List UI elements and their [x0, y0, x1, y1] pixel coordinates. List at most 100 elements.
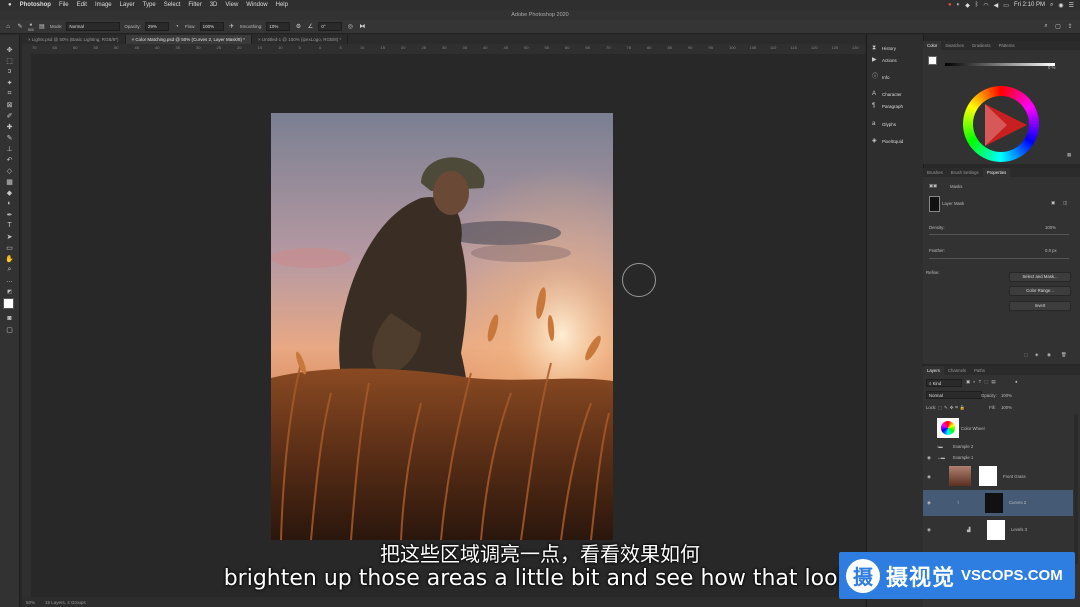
tab-brush-settings[interactable]: Brush Settings [947, 168, 983, 177]
share-icon[interactable]: ⇪ [1066, 23, 1074, 31]
panel-pixelsquid[interactable]: ◈ PixelSquid [872, 138, 903, 144]
search-icon[interactable]: ⌕ [1042, 23, 1050, 31]
siri-icon[interactable]: ◉ [1058, 2, 1063, 9]
more-tools-icon[interactable]: … [5, 276, 15, 285]
feather-slider[interactable] [929, 258, 1069, 259]
visibility-eye-icon[interactable]: ◉ [927, 500, 931, 506]
document-info[interactable]: 15 Layers, 4 Groups [45, 600, 86, 605]
pressure-size-icon[interactable]: ◎ [346, 23, 354, 31]
menu-select[interactable]: Select [164, 2, 181, 8]
density-slider[interactable] [929, 234, 1069, 235]
clock[interactable]: Fri 2:10 PM [1014, 2, 1045, 8]
menu-filter[interactable]: Filter [188, 2, 201, 8]
opacity-field[interactable]: 29% [144, 22, 169, 31]
screen-mode-icon[interactable]: ▢ [5, 325, 15, 334]
move-tool-icon[interactable]: ✥ [5, 45, 15, 54]
smoothing-options-gear-icon[interactable]: ⚙ [294, 23, 302, 31]
app-menu[interactable]: Photoshop [20, 2, 51, 8]
layer-mask-thumbnail[interactable] [929, 196, 940, 212]
panel-history[interactable]: ⧗ History [872, 45, 896, 51]
foreground-swatch[interactable] [928, 56, 937, 65]
visibility-eye-icon[interactable]: ◉ [927, 455, 931, 461]
gradient-tool-icon[interactable]: ▦ [5, 177, 15, 186]
search-icon[interactable]: ⌕ [1050, 2, 1053, 9]
tab-color-matching[interactable]: × Color Matching.psd @ 50% (Curves 2, La… [125, 35, 253, 44]
zoom-tool-icon[interactable]: ⌕ [5, 265, 15, 274]
pen-tool-icon[interactable]: ✒ [5, 210, 15, 219]
menu-view[interactable]: View [225, 2, 238, 8]
menu-layer[interactable]: Layer [120, 2, 135, 8]
trash-icon[interactable]: 🗑 [1061, 352, 1066, 358]
frame-tool-icon[interactable]: ⊠ [5, 100, 15, 109]
zoom-level[interactable]: 50% [26, 600, 35, 605]
panel-paragraph[interactable]: ¶ Paragraph [872, 103, 903, 109]
angle-field[interactable]: 0° [318, 22, 343, 31]
hand-tool-icon[interactable]: ✋ [5, 254, 15, 263]
layer-row-color-wheel[interactable]: Color Wheel [923, 416, 1073, 442]
brush-panel-toggle-icon[interactable]: ▤ [38, 23, 46, 31]
density-value[interactable]: 100% [1045, 225, 1056, 230]
brush-preset-picker[interactable]: ● 800 [28, 22, 34, 32]
fill-value[interactable]: 100% [1001, 405, 1012, 410]
visibility-eye-icon[interactable]: ◉ [1047, 352, 1051, 358]
apple-icon[interactable]: ● [8, 2, 12, 8]
layer-row-curves-2[interactable]: ◉ ⌇ Curves 2 [923, 490, 1073, 516]
menu-window[interactable]: Window [246, 2, 267, 8]
history-brush-tool-icon[interactable]: ↶ [5, 155, 15, 164]
lock-icons[interactable]: ⬚✎✥⌗🔒 [938, 405, 967, 411]
panel-info[interactable]: ⓘ Info [872, 74, 890, 80]
panel-character[interactable]: A Character [872, 91, 902, 97]
tab-color[interactable]: Color [923, 41, 942, 50]
pixel-mask-icon[interactable]: ▣ [1051, 200, 1055, 206]
panel-menu-icon[interactable]: ▦ [1067, 152, 1071, 158]
panel-glyphs[interactable]: a Glyphs [872, 121, 896, 127]
healing-brush-tool-icon[interactable]: ✚ [5, 122, 15, 131]
layer-filter-icons[interactable]: ▣◐T⬚▤ [966, 379, 998, 385]
dodge-tool-icon[interactable]: ◐ [5, 199, 15, 208]
bluetooth-icon[interactable]: ᛒ [975, 2, 979, 8]
lasso-tool-icon[interactable]: ↄ [5, 67, 15, 76]
home-icon[interactable]: ⌂ [4, 23, 12, 31]
record-icon[interactable]: ● [948, 2, 952, 8]
default-colors-icon[interactable]: ◩ [5, 287, 15, 296]
kind-filter-select[interactable]: ⌕ Kind [926, 379, 962, 387]
type-tool-icon[interactable]: T [5, 221, 15, 230]
panel-actions[interactable]: ▶ Actions [872, 57, 897, 63]
workspace-icon[interactable]: ▢ [1054, 23, 1062, 31]
smoothing-field[interactable]: 10% [266, 22, 291, 31]
symmetry-icon[interactable]: ⧓ [358, 23, 366, 31]
menu-type[interactable]: Type [143, 2, 156, 8]
invert-button[interactable]: Invert [1009, 301, 1071, 311]
tab-patterns[interactable]: Patterns [995, 41, 1019, 50]
tab-properties[interactable]: Properties [982, 168, 1011, 177]
brightness-slider[interactable] [945, 63, 1055, 66]
opacity-value[interactable]: 100% [1001, 393, 1012, 398]
eyedropper-tool-icon[interactable]: ✐ [5, 111, 15, 120]
foreground-color-swatch[interactable] [2, 298, 14, 309]
tab-lights[interactable]: × Lights.psd @ 50% (Basic Lighting, RGB/… [22, 35, 126, 44]
color-swatches[interactable] [2, 298, 18, 313]
menu-edit[interactable]: Edit [77, 2, 87, 8]
color-wheel[interactable] [963, 86, 1039, 162]
dropbox-icon[interactable]: ◆ [965, 2, 970, 9]
wifi-icon[interactable]: ◠ [983, 2, 988, 9]
airbrush-icon[interactable]: ✈ [228, 23, 236, 31]
quick-select-tool-icon[interactable]: ✦ [5, 78, 15, 87]
marquee-tool-icon[interactable]: ⬚ [5, 56, 15, 65]
vector-mask-icon[interactable]: ◫ [1063, 200, 1067, 206]
menu-file[interactable]: File [59, 2, 69, 8]
tab-swatches[interactable]: Swatches [941, 41, 968, 50]
blend-mode-select[interactable]: Normal [926, 391, 982, 399]
color-triangle[interactable] [977, 100, 1027, 150]
layer-row-front-grass[interactable]: ◉ Front Grass [923, 464, 1073, 490]
menu-3d[interactable]: 3D [210, 2, 218, 8]
blur-tool-icon[interactable]: ◆ [5, 188, 15, 197]
status-icon[interactable]: ◐ [957, 2, 961, 8]
visibility-eye-icon[interactable]: ◉ [927, 527, 931, 533]
tab-untitled[interactable]: × Untitled-1 @ 100% (ipexLogo, RGB/8) * [252, 35, 349, 44]
tab-paths[interactable]: Paths [970, 366, 989, 375]
tab-channels[interactable]: Channels [944, 366, 970, 375]
mode-select[interactable]: Normal [66, 22, 121, 31]
visibility-eye-icon[interactable]: ◉ [927, 474, 931, 480]
layer-row-example-1[interactable]: ◉ ⌄▬ Example 1 [923, 453, 1073, 463]
